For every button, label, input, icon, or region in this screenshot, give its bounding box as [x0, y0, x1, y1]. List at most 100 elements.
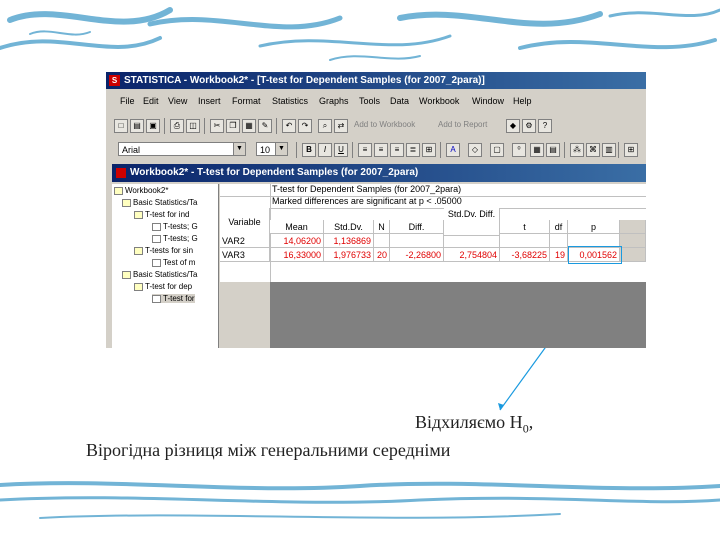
decimal-icon[interactable]: ⁰ — [512, 143, 526, 157]
graph-icon[interactable]: ⊞ — [624, 143, 638, 157]
menu-workbook[interactable]: Workbook — [419, 96, 459, 106]
formatting-toolbar: Arial ▼ 10 ▼ B I U ≡ ≡ ≡ ≣ ⊞ A ◇ ▢ ⁰ ▦ ▤… — [106, 140, 646, 160]
align-center-icon[interactable]: ≡ — [374, 143, 388, 157]
tree-item-ttest-ind[interactable]: T-test for ind — [134, 210, 189, 219]
column-header[interactable]: p — [568, 220, 620, 234]
menu-format[interactable]: Format — [232, 96, 261, 106]
font-size-value: 10 — [260, 145, 271, 155]
table-cell[interactable] — [500, 234, 550, 248]
find-icon[interactable]: ⌕ — [318, 119, 332, 133]
merge-icon[interactable]: ⊞ — [422, 143, 436, 157]
italic-button[interactable]: I — [318, 143, 332, 157]
p-value-highlight — [568, 246, 622, 264]
tree-item-workbook[interactable]: Workbook2* — [114, 186, 168, 195]
menu-insert[interactable]: Insert — [198, 96, 221, 106]
print-icon[interactable]: ⎙ — [170, 119, 184, 133]
spreadsheet-icon — [152, 234, 161, 243]
open-icon[interactable]: ▤ — [130, 119, 144, 133]
table-cell[interactable] — [390, 234, 444, 248]
sheet-icon[interactable]: ▥ — [602, 143, 616, 157]
folder-icon — [122, 270, 131, 279]
menu-window[interactable]: Window — [472, 96, 504, 106]
tree-item-sheet[interactable]: T-tests; G — [152, 234, 198, 243]
caption-line2: Вірогідна різниця між генеральними серед… — [86, 440, 451, 460]
align-right-icon[interactable]: ≡ — [390, 143, 404, 157]
tree-item-basic-stats[interactable]: Basic Statistics/Ta — [122, 270, 197, 279]
align-left-icon[interactable]: ≡ — [358, 143, 372, 157]
tree-item-sheet[interactable]: T-tests; G — [152, 222, 198, 231]
menu-view[interactable]: View — [168, 96, 187, 106]
menu-data[interactable]: Data — [390, 96, 409, 106]
bold-button[interactable]: B — [302, 143, 316, 157]
column-header[interactable]: Variable — [220, 208, 270, 236]
column-header[interactable]: Std.Dv. Diff. — [444, 208, 500, 236]
cut-icon[interactable]: ✂ — [210, 119, 224, 133]
column-header[interactable]: t — [500, 220, 550, 234]
table-cell[interactable]: 14,06200 — [270, 234, 324, 248]
column-header[interactable]: Std.Dv. — [324, 220, 374, 234]
add-to-workbook-button[interactable]: Add to Workbook — [354, 120, 415, 129]
underline-button[interactable]: U — [334, 143, 348, 157]
tree-item-sheet[interactable]: Test of m — [152, 258, 195, 267]
tree-item-sheet-selected[interactable]: T-test for — [152, 294, 195, 303]
format-painter-icon[interactable]: ✎ — [258, 119, 272, 133]
table-cell[interactable]: 19 — [550, 248, 568, 262]
row-label[interactable]: VAR3 — [220, 248, 270, 262]
add-to-report-button[interactable]: Add to Report — [438, 120, 487, 129]
folder-icon — [134, 210, 143, 219]
replace-icon[interactable]: ⇄ — [334, 119, 348, 133]
menu-tools[interactable]: Tools — [359, 96, 380, 106]
undo-icon[interactable]: ↶ — [282, 119, 296, 133]
results-subtitle: Marked differences are significant at p … — [272, 196, 462, 206]
spreadsheet-icon — [152, 294, 161, 303]
new-icon[interactable]: □ — [114, 119, 128, 133]
font-name-value: Arial — [122, 145, 141, 155]
justify-icon[interactable]: ≣ — [406, 143, 420, 157]
table-cell[interactable]: -2,26800 — [390, 248, 444, 262]
menu-graphs[interactable]: Graphs — [319, 96, 349, 106]
table-cell[interactable] — [444, 234, 500, 248]
table-cell[interactable]: 1,976733 — [324, 248, 374, 262]
standard-toolbar: □ ▤ ▣ ⎙ ◫ ✂ ❐ ▦ ✎ ↶ ↷ ⌕ ⇄ Add to Workboo… — [106, 116, 646, 136]
save-icon[interactable]: ▣ — [146, 119, 160, 133]
borders-icon[interactable]: ▢ — [490, 143, 504, 157]
font-size-select[interactable]: 10 ▼ — [256, 142, 288, 156]
statistica-icon: S — [109, 75, 120, 86]
fill-color-icon[interactable]: ◇ — [468, 143, 482, 157]
table-cell[interactable] — [550, 234, 568, 248]
table-cell[interactable] — [374, 234, 390, 248]
bookmark-icon[interactable]: ⌘ — [586, 143, 600, 157]
column-header[interactable]: N — [374, 220, 390, 234]
table-cell[interactable]: 2,754804 — [444, 248, 500, 262]
font-color-icon[interactable]: A — [446, 143, 460, 157]
options-icon[interactable]: ◆ — [506, 119, 520, 133]
tree-item-basic-stats[interactable]: Basic Statistics/Ta — [122, 198, 197, 207]
print-preview-icon[interactable]: ◫ — [186, 119, 200, 133]
help-icon[interactable]: ? — [538, 119, 552, 133]
tree-icon[interactable]: ⁂ — [570, 143, 584, 157]
paste-icon[interactable]: ▦ — [242, 119, 256, 133]
menu-file[interactable]: File — [120, 96, 135, 106]
settings-icon[interactable]: ⚙ — [522, 119, 536, 133]
calculator-icon[interactable]: ▤ — [546, 143, 560, 157]
spreadsheet-icon — [152, 258, 161, 267]
menu-edit[interactable]: Edit — [143, 96, 159, 106]
folder-icon — [122, 198, 131, 207]
table-cell[interactable]: 16,33000 — [270, 248, 324, 262]
column-header[interactable]: df — [550, 220, 568, 234]
tree-item-ttest-dep[interactable]: T-test for dep — [134, 282, 192, 291]
table-cell[interactable]: 1,136869 — [324, 234, 374, 248]
copy-icon[interactable]: ❐ — [226, 119, 240, 133]
menu-statistics[interactable]: Statistics — [272, 96, 308, 106]
table-icon[interactable]: ▦ — [530, 143, 544, 157]
tree-item-ttest-single[interactable]: T-tests for sin — [134, 246, 193, 255]
redo-icon[interactable]: ↷ — [298, 119, 312, 133]
column-header[interactable]: Mean — [270, 220, 324, 234]
menu-help[interactable]: Help — [513, 96, 532, 106]
row-label[interactable]: VAR2 — [220, 234, 270, 248]
column-header[interactable]: Diff. — [390, 220, 444, 234]
table-cell[interactable]: -3,68225 — [500, 248, 550, 262]
table-cell[interactable]: 20 — [374, 248, 390, 262]
font-name-select[interactable]: Arial ▼ — [118, 142, 246, 156]
app-title: STATISTICA - Workbook2* - [T-test for De… — [124, 75, 485, 86]
